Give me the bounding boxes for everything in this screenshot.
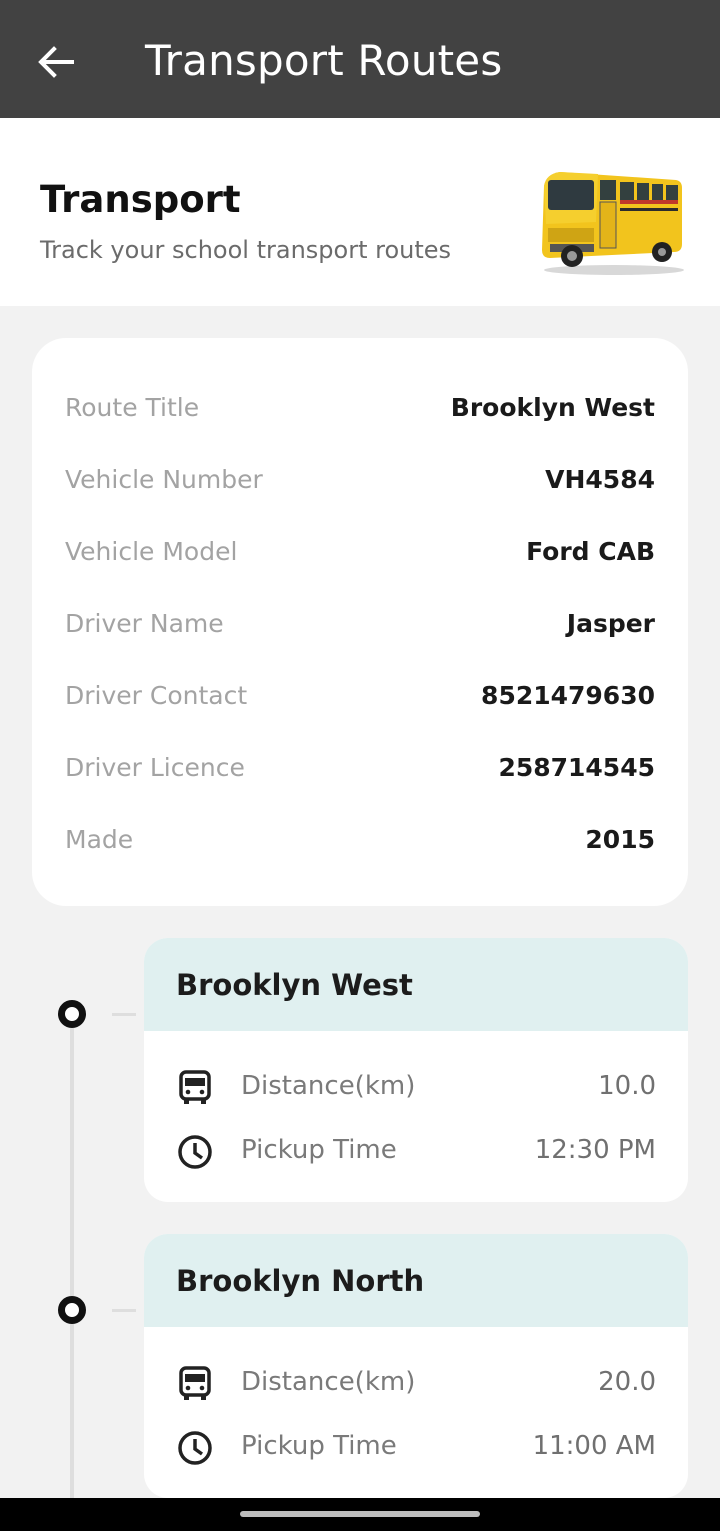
detail-row: Vehicle Number VH4584 <box>65 465 655 505</box>
route-card-header: Brooklyn North <box>144 1234 688 1327</box>
timeline-dot <box>58 1000 86 1028</box>
route-pickup-row: Pickup Time 11:00 AM <box>176 1421 656 1471</box>
detail-label: Driver Licence <box>65 753 245 782</box>
detail-label: Driver Contact <box>65 681 248 710</box>
detail-label: Route Title <box>65 393 200 422</box>
system-nav-bar <box>0 1498 720 1531</box>
distance-label: Distance(km) <box>241 1071 416 1101</box>
detail-value: 258714545 <box>498 753 655 782</box>
pickup-label: Pickup Time <box>241 1431 397 1461</box>
distance-label: Distance(km) <box>241 1367 416 1397</box>
detail-label: Driver Name <box>65 609 224 638</box>
pickup-label: Pickup Time <box>241 1135 397 1165</box>
section-title: Transport <box>40 178 241 221</box>
route-card[interactable]: Brooklyn North Distance(km) 20.0 Pickup … <box>144 1234 688 1498</box>
detail-value: Brooklyn West <box>450 393 655 422</box>
detail-row: Made 2015 <box>65 825 655 865</box>
route-pickup-row: Pickup Time 12:30 PM <box>176 1125 656 1175</box>
detail-value: VH4584 <box>545 465 655 494</box>
route-card[interactable]: Brooklyn West Distance(km) 10.0 Pickup T… <box>144 938 688 1202</box>
page-title: Transport Routes <box>145 36 503 85</box>
clock-icon <box>178 1135 212 1169</box>
section-subtitle: Track your school transport routes <box>40 236 452 264</box>
detail-value: Ford CAB <box>526 537 655 566</box>
arrow-left-icon <box>38 46 74 78</box>
bus-icon <box>179 1070 211 1104</box>
pickup-value: 12:30 PM <box>534 1135 656 1165</box>
route-distance-row: Distance(km) 10.0 <box>176 1061 656 1111</box>
detail-label: Vehicle Number <box>65 465 263 494</box>
distance-value: 20.0 <box>598 1367 656 1397</box>
school-bus-image <box>542 172 684 275</box>
timeline-connector <box>112 1013 136 1016</box>
route-card-header: Brooklyn West <box>144 938 688 1031</box>
bus-icon <box>179 1366 211 1400</box>
app-bar: Transport Routes <box>0 0 720 118</box>
detail-value: 2015 <box>585 825 655 854</box>
detail-row: Driver Contact 8521479630 <box>65 681 655 721</box>
timeline-connector <box>112 1309 136 1312</box>
route-distance-row: Distance(km) 20.0 <box>176 1357 656 1407</box>
detail-row: Driver Name Jasper <box>65 609 655 649</box>
timeline-dot <box>58 1296 86 1324</box>
detail-value: 8521479630 <box>481 681 655 710</box>
pickup-value: 11:00 AM <box>532 1431 656 1461</box>
detail-label: Vehicle Model <box>65 537 238 566</box>
detail-row: Vehicle Model Ford CAB <box>65 537 655 577</box>
home-gesture-pill[interactable] <box>240 1511 480 1517</box>
route-name: Brooklyn North <box>176 1264 425 1298</box>
timeline-line <box>70 1014 74 1504</box>
detail-row: Route Title Brooklyn West <box>65 393 655 433</box>
transport-header: Transport Track your school transport ro… <box>0 118 720 306</box>
detail-value: Jasper <box>566 609 655 638</box>
vehicle-details-card: Route Title Brooklyn West Vehicle Number… <box>32 338 688 906</box>
distance-value: 10.0 <box>598 1071 656 1101</box>
detail-row: Driver Licence 258714545 <box>65 753 655 793</box>
detail-label: Made <box>65 825 134 854</box>
clock-icon <box>178 1431 212 1465</box>
route-name: Brooklyn West <box>176 968 413 1002</box>
back-button[interactable] <box>32 38 80 86</box>
